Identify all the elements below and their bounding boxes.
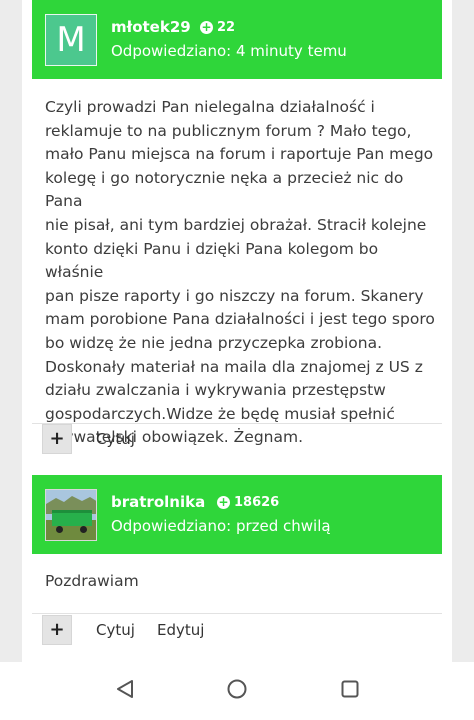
divider xyxy=(32,423,442,424)
post-body-line: mam porobione Pana działalności i jest t… xyxy=(45,310,435,329)
reputation-badge: + 22 xyxy=(200,20,235,35)
post-body-line: konto dzięki Panu i dzięki Pana kolegom … xyxy=(45,239,379,282)
plus-circle-icon: + xyxy=(217,495,230,509)
avatar[interactable]: M xyxy=(45,14,97,66)
divider xyxy=(32,613,442,614)
avatar[interactable] xyxy=(45,489,97,541)
quote-link[interactable]: Cytuj xyxy=(96,621,135,639)
reputation-count: 22 xyxy=(217,20,236,35)
quote-link[interactable]: Cytuj xyxy=(96,430,135,448)
post-body-line: Doskonały materiał na maila dla znajomej… xyxy=(45,357,423,376)
username[interactable]: młotek29 xyxy=(111,18,191,36)
post-body-line: nie pisał, ani tym bardziej obrażał. Str… xyxy=(45,215,427,234)
post-body-line: Czyli prowadzi Pan nielegalna działalnoś… xyxy=(45,98,375,116)
plus-button[interactable]: + xyxy=(42,615,72,645)
plus-circle-icon: + xyxy=(200,20,213,34)
edit-link[interactable]: Edytuj xyxy=(157,621,204,639)
plus-button[interactable]: + xyxy=(42,424,72,454)
answered-time: Odpowiedziano: 4 minuty temu xyxy=(111,42,347,60)
home-icon[interactable] xyxy=(226,678,248,700)
back-icon[interactable] xyxy=(114,678,136,700)
reputation-badge: + 18626 xyxy=(217,495,279,510)
post-body-line: reklamuje to na publicznym forum ? Mało … xyxy=(45,121,412,140)
post-body-line: mało Panu miejsca na forum i raportuje P… xyxy=(45,145,434,164)
post-body-line: kolegę i go notorycznie nęka a przecież … xyxy=(45,168,404,211)
reputation-count: 18626 xyxy=(234,495,280,510)
post-body: Czyli prowadzi Pan nielegalna działalnoś… xyxy=(45,96,435,450)
post-body-line: Pozdrawiam xyxy=(45,572,139,590)
post-body-line: bo widzę że nie jedna przyczepka zrobion… xyxy=(45,333,383,352)
system-navbar xyxy=(0,662,474,720)
post-body: Pozdrawiam xyxy=(45,570,435,594)
username[interactable]: bratrolnika xyxy=(111,493,205,511)
post-body-line: działu zwalczania i wykrywania przestęps… xyxy=(45,381,386,400)
recent-apps-icon[interactable] xyxy=(339,678,361,700)
post-body-line: pan pisze raporty i go niszczy na forum.… xyxy=(45,286,424,305)
answered-time: Odpowiedziano: przed chwilą xyxy=(111,517,331,535)
trailer-photo xyxy=(46,490,96,540)
